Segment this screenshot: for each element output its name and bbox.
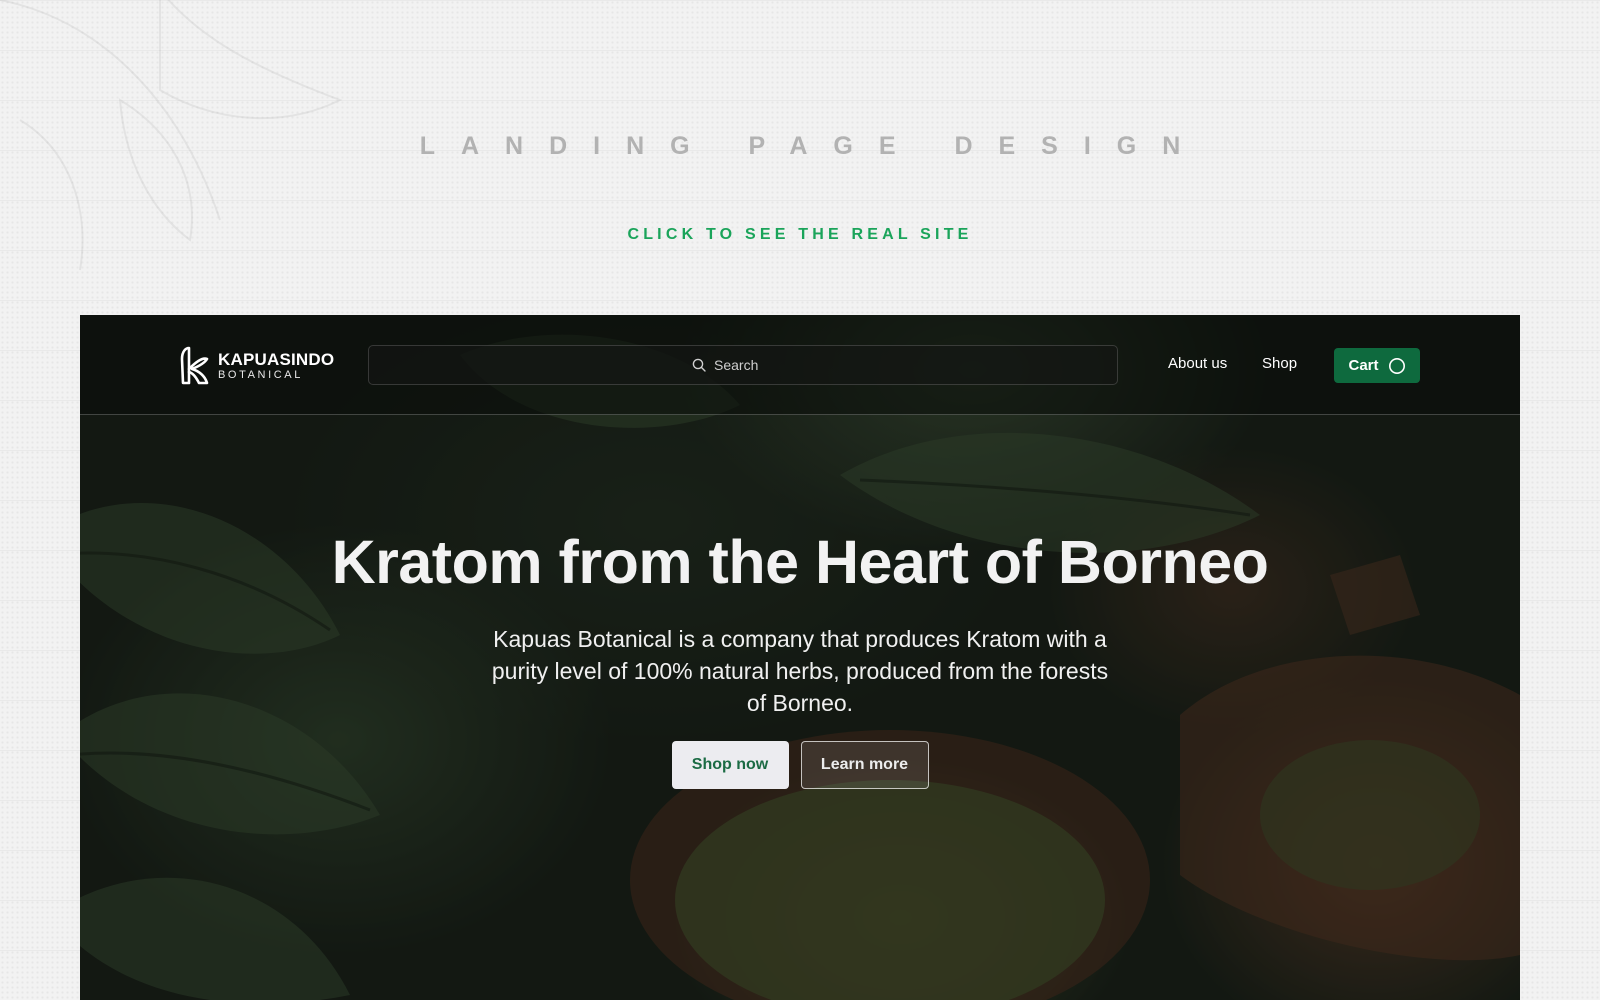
logo-wordmark: KAPUASINDO BOTANICAL xyxy=(218,351,334,381)
hero-title: Kratom from the Heart of Borneo xyxy=(331,528,1269,596)
search-bar[interactable] xyxy=(368,345,1118,385)
logo-icon xyxy=(180,346,209,385)
cart-icon xyxy=(1388,357,1405,374)
search-input[interactable] xyxy=(714,357,794,373)
nav-shop[interactable]: Shop xyxy=(1262,355,1297,372)
learn-more-button[interactable]: Learn more xyxy=(800,741,929,789)
shop-now-button[interactable]: Shop now xyxy=(671,741,789,789)
logo-subtitle: BOTANICAL xyxy=(218,369,303,381)
hero-subtitle: Kapuas Botanical is a company that produ… xyxy=(491,626,1109,716)
site-header: KAPUASINDO BOTANICAL About us Shop Cart xyxy=(80,315,1520,415)
hero-actions: Shop now Learn more xyxy=(80,741,1520,789)
brand-logo[interactable]: KAPUASINDO BOTANICAL xyxy=(178,345,334,387)
see-real-site-link[interactable]: CLICK TO SEE THE REAL SITE xyxy=(0,226,1600,244)
logo-name: KAPUASINDO xyxy=(218,350,335,369)
page-heading: LANDING PAGE DESIGN xyxy=(419,132,1207,160)
landing-page-mockup: KAPUASINDO BOTANICAL About us Shop Cart … xyxy=(80,315,1520,1000)
cart-label: Cart xyxy=(1348,357,1379,374)
search-icon xyxy=(692,358,706,372)
nav-about-us[interactable]: About us xyxy=(1168,355,1227,372)
cart-button[interactable]: Cart xyxy=(1334,348,1420,383)
